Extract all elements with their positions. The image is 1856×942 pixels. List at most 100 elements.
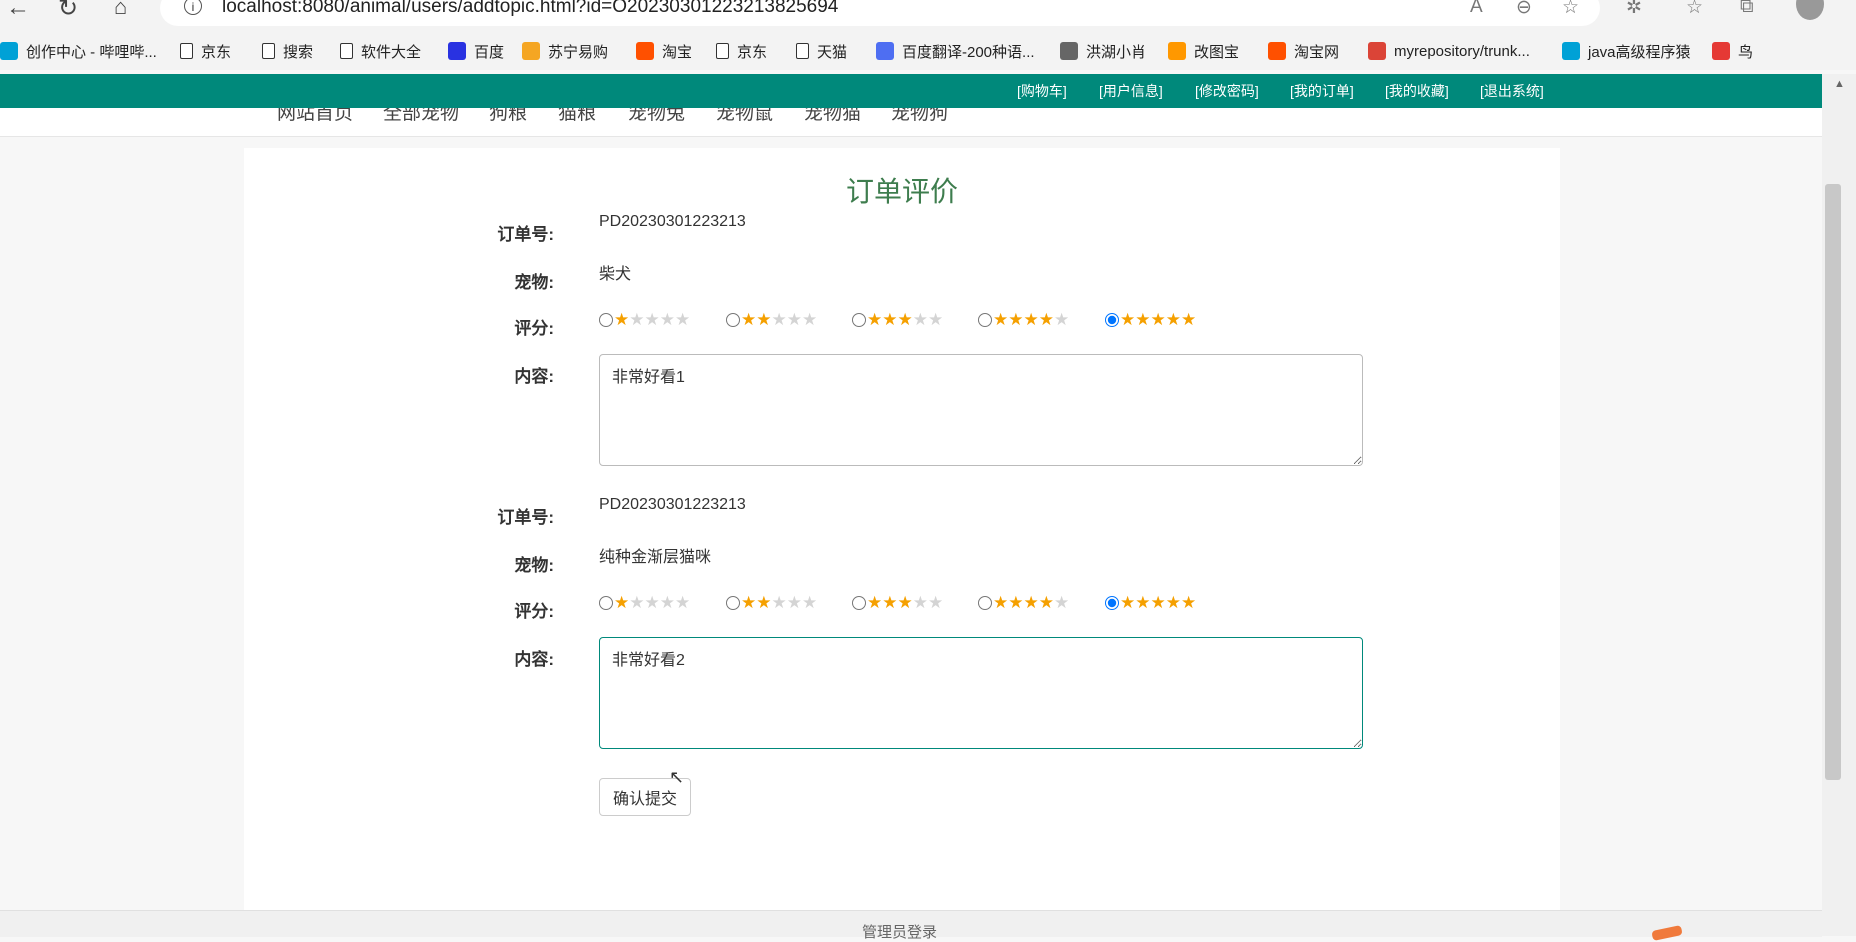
bookmark-item[interactable]: 改图宝 — [1168, 32, 1239, 70]
suning-icon — [522, 42, 540, 60]
page-icon — [340, 43, 353, 59]
read-aloud-icon[interactable]: A — [1470, 0, 1483, 18]
my-favorites-link[interactable]: [我的收藏] — [1385, 74, 1449, 108]
bookmark-label: myrepository/trunk... — [1394, 42, 1530, 60]
nav-all-pets[interactable]: 全部宠物 — [383, 108, 459, 125]
star-icon: ★★★★★ — [993, 310, 1070, 329]
rating-option-1[interactable]: ★★★★★ — [599, 310, 690, 330]
bookmark-item[interactable]: 淘宝 — [636, 32, 692, 70]
rating-radio[interactable] — [1105, 596, 1119, 610]
rating-radio[interactable] — [978, 596, 992, 610]
footer: 管理员登录 — [0, 910, 1822, 941]
bookmark-item[interactable]: 天猫 — [796, 32, 847, 70]
rating-option-2[interactable]: ★★★★★ — [726, 310, 817, 330]
bookmark-item[interactable]: myrepository/trunk... — [1368, 32, 1530, 70]
bookmark-label: 改图宝 — [1194, 43, 1240, 61]
rating-option-5[interactable]: ★★★★★ — [1105, 310, 1196, 330]
bookmark-item[interactable]: 洪湖小肖 — [1060, 32, 1146, 70]
taobao-icon — [636, 42, 654, 60]
admin-login-link[interactable]: 管理员登录 — [862, 921, 937, 942]
bookmark-label: 淘宝 — [662, 43, 693, 61]
rating-label: 评分: — [514, 602, 554, 621]
order-no-label: 订单号: — [497, 225, 554, 244]
bilibili-icon — [0, 42, 18, 60]
star-icon: ★★★★★ — [741, 593, 818, 612]
zoom-out-icon[interactable]: ⊖ — [1516, 0, 1532, 19]
pet-value: 柴犬 — [599, 266, 632, 283]
star-icon: ★★★★★ — [1120, 593, 1197, 612]
content-label: 内容: — [514, 650, 554, 669]
collections-icon[interactable]: ⧉ — [1740, 0, 1754, 18]
rating-label: 评分: — [514, 319, 554, 338]
back-icon[interactable]: ← — [6, 0, 30, 22]
nav-cat-food[interactable]: 猫粮 — [558, 108, 596, 125]
bilibili-icon — [1562, 42, 1580, 60]
bookmark-item[interactable]: java高级程序猿 — [1562, 32, 1691, 70]
bookmark-item[interactable]: 百度翻译-200种语... — [876, 32, 1035, 70]
nav-dog-food[interactable]: 狗粮 — [489, 108, 527, 125]
scroll-up-icon[interactable]: ▲ — [1834, 78, 1845, 90]
nav-mouse[interactable]: 宠物鼠 — [716, 108, 773, 125]
bookmark-item[interactable]: 创作中心 - 哔哩哔... — [0, 32, 157, 70]
bookmark-label: 京东 — [201, 43, 232, 61]
cart-link[interactable]: [购物车] — [1017, 74, 1067, 108]
bookmark-label: 淘宝网 — [1294, 43, 1340, 61]
bookmark-item[interactable]: 京东 — [180, 32, 231, 70]
rating-radio[interactable] — [852, 596, 866, 610]
profile-avatar[interactable] — [1796, 0, 1824, 20]
bookmark-item[interactable]: 苏宁易购 — [522, 32, 608, 70]
rating-option-3[interactable]: ★★★★★ — [852, 593, 943, 613]
rating-radio[interactable] — [978, 313, 992, 327]
pet-value: 纯种金渐层猫咪 — [599, 549, 712, 566]
rating-option-5[interactable]: ★★★★★ — [1105, 593, 1196, 613]
bookmark-item[interactable]: 京东 — [716, 32, 767, 70]
bookmark-item[interactable]: 淘宝网 — [1268, 32, 1339, 70]
bookmark-label: 天猫 — [817, 43, 848, 61]
rating-radio[interactable] — [852, 313, 866, 327]
rating-option-1[interactable]: ★★★★★ — [599, 593, 690, 613]
star-icon: ★★★★★ — [867, 593, 944, 612]
nav-cat[interactable]: 宠物猫 — [804, 108, 861, 125]
favorite-add-icon[interactable]: ☆ — [1562, 0, 1579, 19]
url-text[interactable]: localhost:8080/animal/users/addtopic.htm… — [222, 0, 838, 18]
baidu-icon — [448, 42, 466, 60]
bookmark-item[interactable]: 鸟 — [1712, 32, 1753, 70]
translate-icon — [876, 42, 894, 60]
nav-dog[interactable]: 宠物狗 — [891, 108, 948, 125]
rating-radio[interactable] — [726, 596, 740, 610]
nav-home[interactable]: 网站首页 — [277, 108, 353, 125]
rating-radio[interactable] — [599, 596, 613, 610]
star-icon: ★★★★★ — [867, 310, 944, 329]
rating-radio[interactable] — [726, 313, 740, 327]
order-no-value: PD20230301223213 — [599, 496, 746, 513]
user-info-link[interactable]: [用户信息] — [1099, 74, 1163, 108]
reload-icon[interactable]: ↻ — [58, 0, 78, 23]
bookmark-label: 创作中心 - 哔哩哔... — [26, 43, 157, 61]
pet-label: 宠物: — [514, 556, 554, 575]
home-icon[interactable]: ⌂ — [114, 0, 127, 20]
rating-option-2[interactable]: ★★★★★ — [726, 593, 817, 613]
favorites-icon[interactable]: ☆ — [1686, 0, 1703, 19]
rating-radio[interactable] — [1105, 313, 1119, 327]
change-password-link[interactable]: [修改密码] — [1195, 74, 1259, 108]
logout-link[interactable]: [退出系统] — [1480, 74, 1544, 108]
nav-rabbit[interactable]: 宠物兔 — [628, 108, 685, 125]
bookmark-item[interactable]: 百度 — [448, 32, 504, 70]
my-orders-link[interactable]: [我的订单] — [1290, 74, 1354, 108]
bookmark-item[interactable]: 搜索 — [262, 32, 313, 70]
rating-radio[interactable] — [599, 313, 613, 327]
scrollbar[interactable]: ▲ — [1822, 74, 1856, 936]
extensions-icon[interactable]: ✲ — [1626, 0, 1642, 19]
page-icon — [716, 43, 729, 59]
content-textarea[interactable] — [599, 637, 1363, 749]
rating-option-4[interactable]: ★★★★★ — [978, 310, 1069, 330]
bookmark-label: 软件大全 — [361, 43, 422, 61]
bookmark-item[interactable]: 软件大全 — [340, 32, 421, 70]
star-icon: ★★★★★ — [1120, 310, 1197, 329]
scroll-thumb[interactable] — [1825, 184, 1841, 780]
bookmark-label: 百度翻译-200种语... — [902, 43, 1035, 61]
rating-option-4[interactable]: ★★★★★ — [978, 593, 1069, 613]
bookmarks-bar: 创作中心 - 哔哩哔... 京东 搜索 软件大全 百度 苏宁易购 淘宝 京东 天猫 百度翻译-20… — [0, 32, 1856, 70]
rating-option-3[interactable]: ★★★★★ — [852, 310, 943, 330]
content-textarea[interactable] — [599, 354, 1363, 466]
